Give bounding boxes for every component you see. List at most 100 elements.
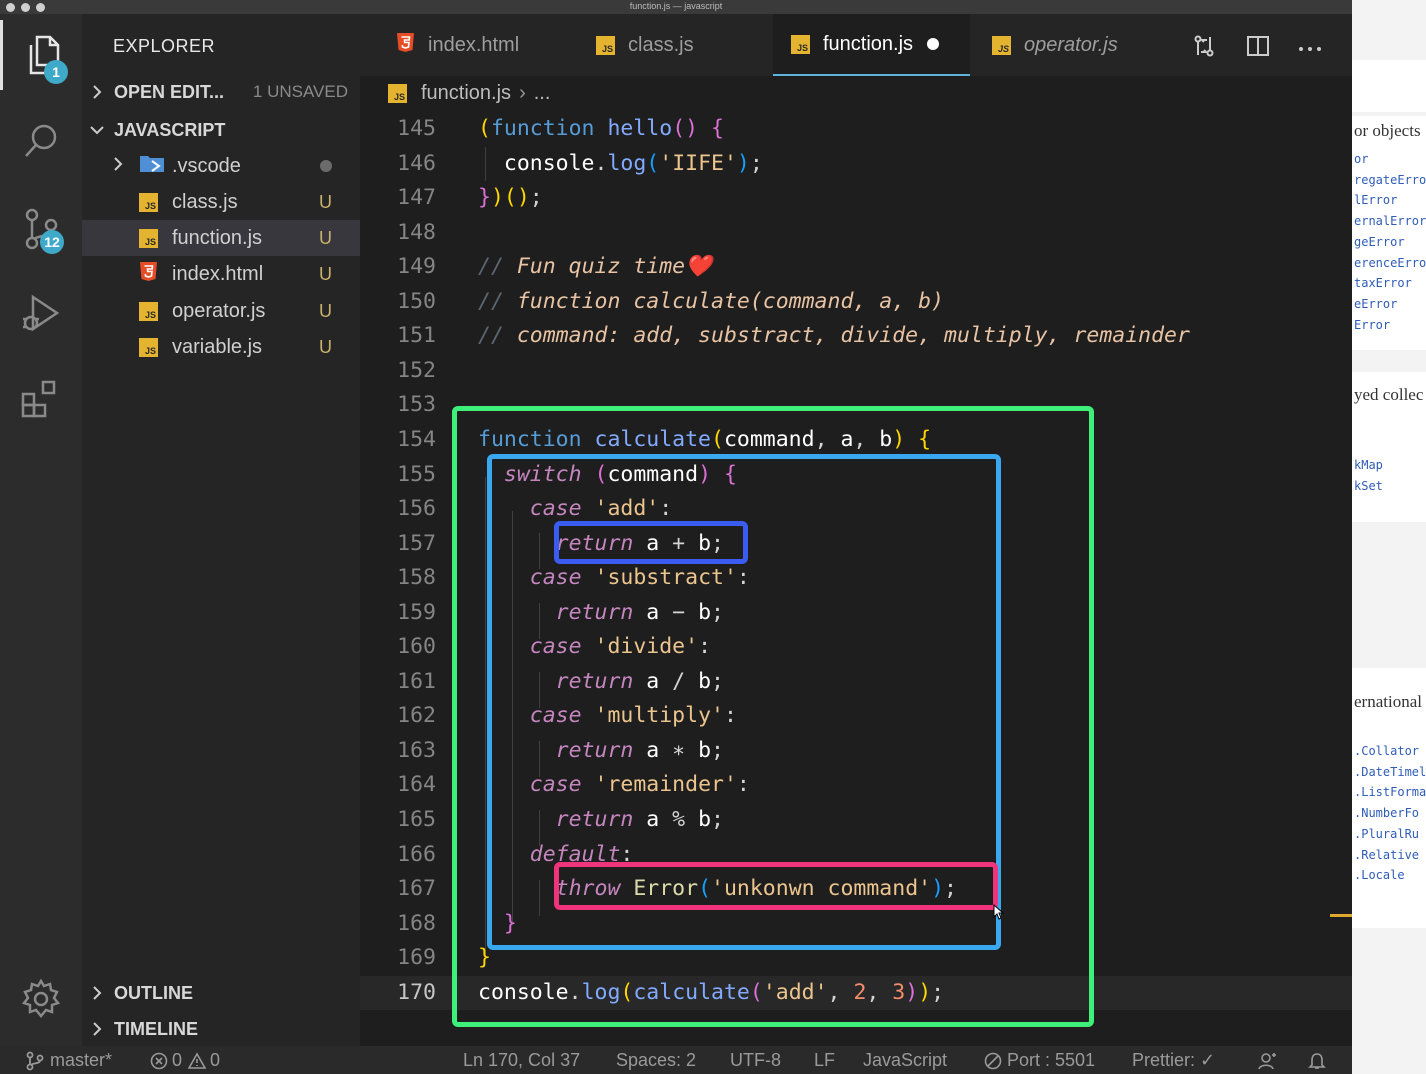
code-line[interactable]: 168 } (360, 907, 1352, 941)
code-line[interactable]: 148 (360, 216, 1352, 250)
project-section[interactable]: JAVASCRIPT (82, 112, 360, 148)
line-number[interactable]: 146 (360, 147, 436, 181)
outline-section[interactable]: OUTLINE (82, 975, 360, 1011)
breadcrumb-symbol[interactable]: ... (534, 82, 551, 105)
code-line[interactable]: 146 console.log('IIFE'); (360, 147, 1352, 181)
tree-item-class-js[interactable]: JS class.js U (82, 184, 360, 220)
explorer-activity-button[interactable]: 1 (0, 20, 82, 90)
code-text[interactable]: default: (478, 838, 634, 872)
line-number[interactable]: 155 (360, 458, 436, 492)
code-line[interactable]: 166 default: (360, 838, 1352, 872)
extensions-activity-button[interactable] (0, 364, 82, 434)
line-number[interactable]: 150 (360, 285, 436, 319)
notifications-button[interactable] (1308, 1052, 1326, 1070)
code-text[interactable]: // Fun quiz time❤️ (478, 250, 712, 284)
code-text[interactable]: // command: add, substract, divide, mult… (478, 319, 1190, 353)
code-text[interactable]: return a / b; (478, 665, 724, 699)
code-text[interactable]: case 'substract': (478, 561, 750, 595)
code-text[interactable]: (function hello() { (478, 112, 724, 146)
branch-indicator[interactable]: master* (26, 1050, 112, 1071)
code-text[interactable]: console.log(calculate('add', 2, 3)); (478, 976, 944, 1010)
tab-index-html[interactable]: index.html (396, 14, 519, 76)
code-line[interactable]: 155 switch (command) { (360, 458, 1352, 492)
code-line[interactable]: 161 return a / b; (360, 665, 1352, 699)
code-text[interactable]: case 'divide': (478, 630, 711, 664)
encoding[interactable]: UTF-8 (730, 1050, 781, 1071)
breadcrumb-file[interactable]: function.js (421, 82, 511, 105)
line-number[interactable]: 157 (360, 527, 436, 561)
more-actions-button[interactable] (1298, 40, 1322, 58)
code-line[interactable]: 153 (360, 388, 1352, 422)
code-text[interactable]: switch (command) { (478, 458, 737, 492)
line-number[interactable]: 156 (360, 492, 436, 526)
code-line[interactable]: 165 return a % b; (360, 803, 1352, 837)
cursor-position[interactable]: Ln 170, Col 37 (463, 1050, 580, 1071)
code-text[interactable]: })(); (478, 181, 543, 215)
code-line[interactable]: 156 case 'add': (360, 492, 1352, 526)
code-text[interactable]: // function calculate(command, a, b) (478, 285, 944, 319)
problems-indicator[interactable]: 0 0 (150, 1050, 220, 1071)
open-editors-section[interactable]: OPEN EDIT... 1 UNSAVED (82, 74, 360, 110)
tab-operator-js[interactable]: JS operator.js (992, 14, 1118, 76)
feedback-button[interactable] (1258, 1052, 1278, 1070)
line-number[interactable]: 149 (360, 250, 436, 284)
code-text[interactable]: return a − b; (478, 596, 724, 630)
source-control-activity-button[interactable]: 12 (0, 194, 82, 264)
code-text[interactable]: return a % b; (478, 803, 724, 837)
code-line[interactable]: 151 // command: add, substract, divide, m… (360, 319, 1352, 353)
indentation[interactable]: Spaces: 2 (616, 1050, 696, 1071)
split-editor-button[interactable] (1246, 34, 1270, 63)
code-text[interactable]: console.log('IIFE'); (478, 147, 763, 181)
line-number[interactable]: 152 (360, 354, 436, 388)
code-line[interactable]: 159 return a − b; (360, 596, 1352, 630)
code-line[interactable]: 157 return a + b; (360, 527, 1352, 561)
language-mode[interactable]: JavaScript (863, 1050, 947, 1071)
code-line[interactable]: 150 // function calculate(command, a, b) (360, 285, 1352, 319)
line-number[interactable]: 165 (360, 803, 436, 837)
line-number[interactable]: 160 (360, 630, 436, 664)
open-changes-button[interactable] (1192, 34, 1216, 63)
line-number[interactable]: 147 (360, 181, 436, 215)
code-line[interactable]: 169} (360, 941, 1352, 975)
line-number[interactable]: 161 (360, 665, 436, 699)
settings-activity-button[interactable] (0, 964, 82, 1034)
code-line[interactable]: 164 case 'remainder': (360, 768, 1352, 802)
code-text[interactable]: } (478, 941, 491, 975)
code-text[interactable]: case 'multiply': (478, 699, 737, 733)
code-text[interactable]: return a + b; (478, 527, 724, 561)
scrollbar-marker[interactable] (1330, 914, 1352, 917)
tab-class-js[interactable]: JS class.js (596, 14, 694, 76)
line-number[interactable]: 163 (360, 734, 436, 768)
line-number[interactable]: 170 (360, 976, 436, 1010)
tree-item-variable-js[interactable]: JS variable.js U (82, 329, 360, 365)
line-number[interactable]: 145 (360, 112, 436, 146)
code-line[interactable]: 162 case 'multiply': (360, 699, 1352, 733)
code-line[interactable]: 158 case 'substract': (360, 561, 1352, 595)
code-text[interactable]: case 'add': (478, 492, 672, 526)
line-number[interactable]: 169 (360, 941, 436, 975)
tab-function-js[interactable]: JS function.js (773, 14, 970, 76)
line-number[interactable]: 164 (360, 768, 436, 802)
line-ending[interactable]: LF (814, 1050, 835, 1071)
code-text[interactable]: throw Error('unkonwn command'); (478, 872, 957, 906)
line-number[interactable]: 153 (360, 388, 436, 422)
run-debug-activity-button[interactable] (0, 278, 82, 348)
code-text[interactable]: return a ∗ b; (478, 734, 724, 768)
code-line[interactable]: 154 function calculate(command, a, b) { (360, 423, 1352, 457)
line-number[interactable]: 148 (360, 216, 436, 250)
code-line[interactable]: 170 console.log(calculate('add', 2, 3)); (360, 975, 1352, 1010)
prettier-status[interactable]: Prettier: ✓ (1132, 1050, 1215, 1071)
code-text[interactable]: function calculate(command, a, b) { (478, 423, 931, 457)
line-number[interactable]: 168 (360, 907, 436, 941)
code-line[interactable]: 160 case 'divide': (360, 630, 1352, 664)
line-number[interactable]: 151 (360, 319, 436, 353)
tree-item-operator-js[interactable]: JS operator.js U (82, 293, 360, 329)
breadcrumb[interactable]: JS function.js › ... (388, 78, 550, 108)
line-number[interactable]: 166 (360, 838, 436, 872)
tree-item-vscode[interactable]: .vscode (82, 148, 360, 184)
search-activity-button[interactable] (0, 106, 82, 176)
line-number[interactable]: 159 (360, 596, 436, 630)
line-number[interactable]: 162 (360, 699, 436, 733)
line-number[interactable]: 154 (360, 423, 436, 457)
code-line[interactable]: 167 throw Error('unkonwn command'); (360, 872, 1352, 906)
